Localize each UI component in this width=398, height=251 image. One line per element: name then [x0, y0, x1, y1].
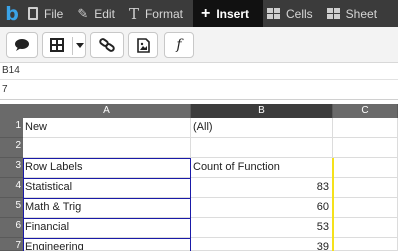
tab-edit[interactable]: ✎ Edit — [73, 0, 125, 27]
tab-file-label: File — [44, 6, 64, 21]
comment-icon — [15, 39, 29, 51]
cell-b5[interactable]: 60 — [191, 198, 333, 218]
cell-c7[interactable] — [333, 238, 398, 251]
cell-c5[interactable] — [333, 198, 398, 218]
tab-cells-label: Cells — [286, 6, 313, 21]
file-icon — [28, 7, 38, 20]
insert-table-button[interactable] — [42, 32, 86, 58]
tab-sheet-label: Sheet — [345, 6, 378, 21]
cell-b2[interactable] — [191, 138, 333, 158]
insert-image-button[interactable] — [128, 32, 158, 58]
pencil-icon: ✎ — [77, 5, 89, 21]
cell-b1[interactable]: (All) — [191, 118, 333, 138]
cell-b6[interactable]: 53 — [191, 218, 333, 238]
row-header[interactable]: 7 — [0, 238, 23, 251]
split-separator — [72, 37, 73, 55]
tab-edit-label: Edit — [94, 6, 115, 21]
insert-toolbar: f — [0, 27, 398, 63]
column-header-b[interactable]: B — [191, 104, 333, 118]
insert-link-button[interactable] — [90, 32, 124, 58]
cell-a7[interactable]: Engineering — [23, 238, 191, 251]
row-header[interactable]: 4 — [0, 178, 23, 198]
menu-bar: b File ✎ Edit T Format + Insert Cells Sh… — [0, 0, 398, 27]
tab-file[interactable]: File — [24, 0, 73, 27]
cell-c3[interactable] — [333, 158, 398, 178]
tab-insert-label: Insert — [216, 6, 249, 21]
insert-comment-button[interactable] — [6, 32, 38, 58]
cell-b7[interactable]: 39 — [191, 238, 333, 251]
cell-a1[interactable]: New — [23, 118, 191, 138]
link-icon — [99, 38, 115, 52]
row-header[interactable]: 2 — [0, 138, 23, 158]
cell-a2[interactable] — [23, 138, 191, 158]
tab-sheet[interactable]: Sheet — [323, 0, 387, 27]
row-header[interactable]: 6 — [0, 218, 23, 238]
insert-function-button[interactable]: f — [164, 32, 194, 58]
image-icon — [136, 37, 150, 53]
formula-bar[interactable]: 7 — [0, 81, 398, 100]
cell-c2[interactable] — [333, 138, 398, 158]
row-header[interactable]: 1 — [0, 118, 23, 138]
cell-a3[interactable]: Row Labels — [23, 158, 191, 178]
row-header[interactable]: 3 — [0, 158, 23, 178]
function-icon: f — [176, 37, 182, 53]
text-format-icon: T — [128, 4, 139, 23]
cell-c4[interactable] — [333, 178, 398, 198]
cell-c6[interactable] — [333, 218, 398, 238]
tab-cells[interactable]: Cells — [263, 0, 323, 27]
select-all-corner[interactable] — [0, 104, 23, 118]
app-logo: b — [5, 2, 19, 25]
cell-a4[interactable]: Statistical — [23, 178, 191, 198]
cells-grid-icon — [267, 8, 280, 19]
sheet-icon — [326, 8, 340, 19]
column-header-c[interactable]: C — [333, 104, 398, 118]
table-icon — [50, 38, 64, 52]
cell-b4[interactable]: 83 — [191, 178, 333, 198]
cell-a5[interactable]: Math & Trig — [23, 198, 191, 218]
row-header[interactable]: 5 — [0, 198, 23, 218]
cell-b3[interactable]: Count of Function — [191, 158, 333, 178]
tab-format[interactable]: T Format — [125, 0, 193, 27]
column-header-a[interactable]: A — [23, 104, 191, 118]
plus-icon: + — [200, 4, 211, 22]
tab-insert[interactable]: + Insert — [192, 0, 263, 27]
chevron-down-icon[interactable] — [76, 43, 84, 48]
cell-a6[interactable]: Financial — [23, 218, 191, 238]
tab-format-label: Format — [144, 6, 183, 21]
name-box[interactable]: B14 — [0, 63, 398, 80]
cell-c1[interactable] — [333, 118, 398, 138]
